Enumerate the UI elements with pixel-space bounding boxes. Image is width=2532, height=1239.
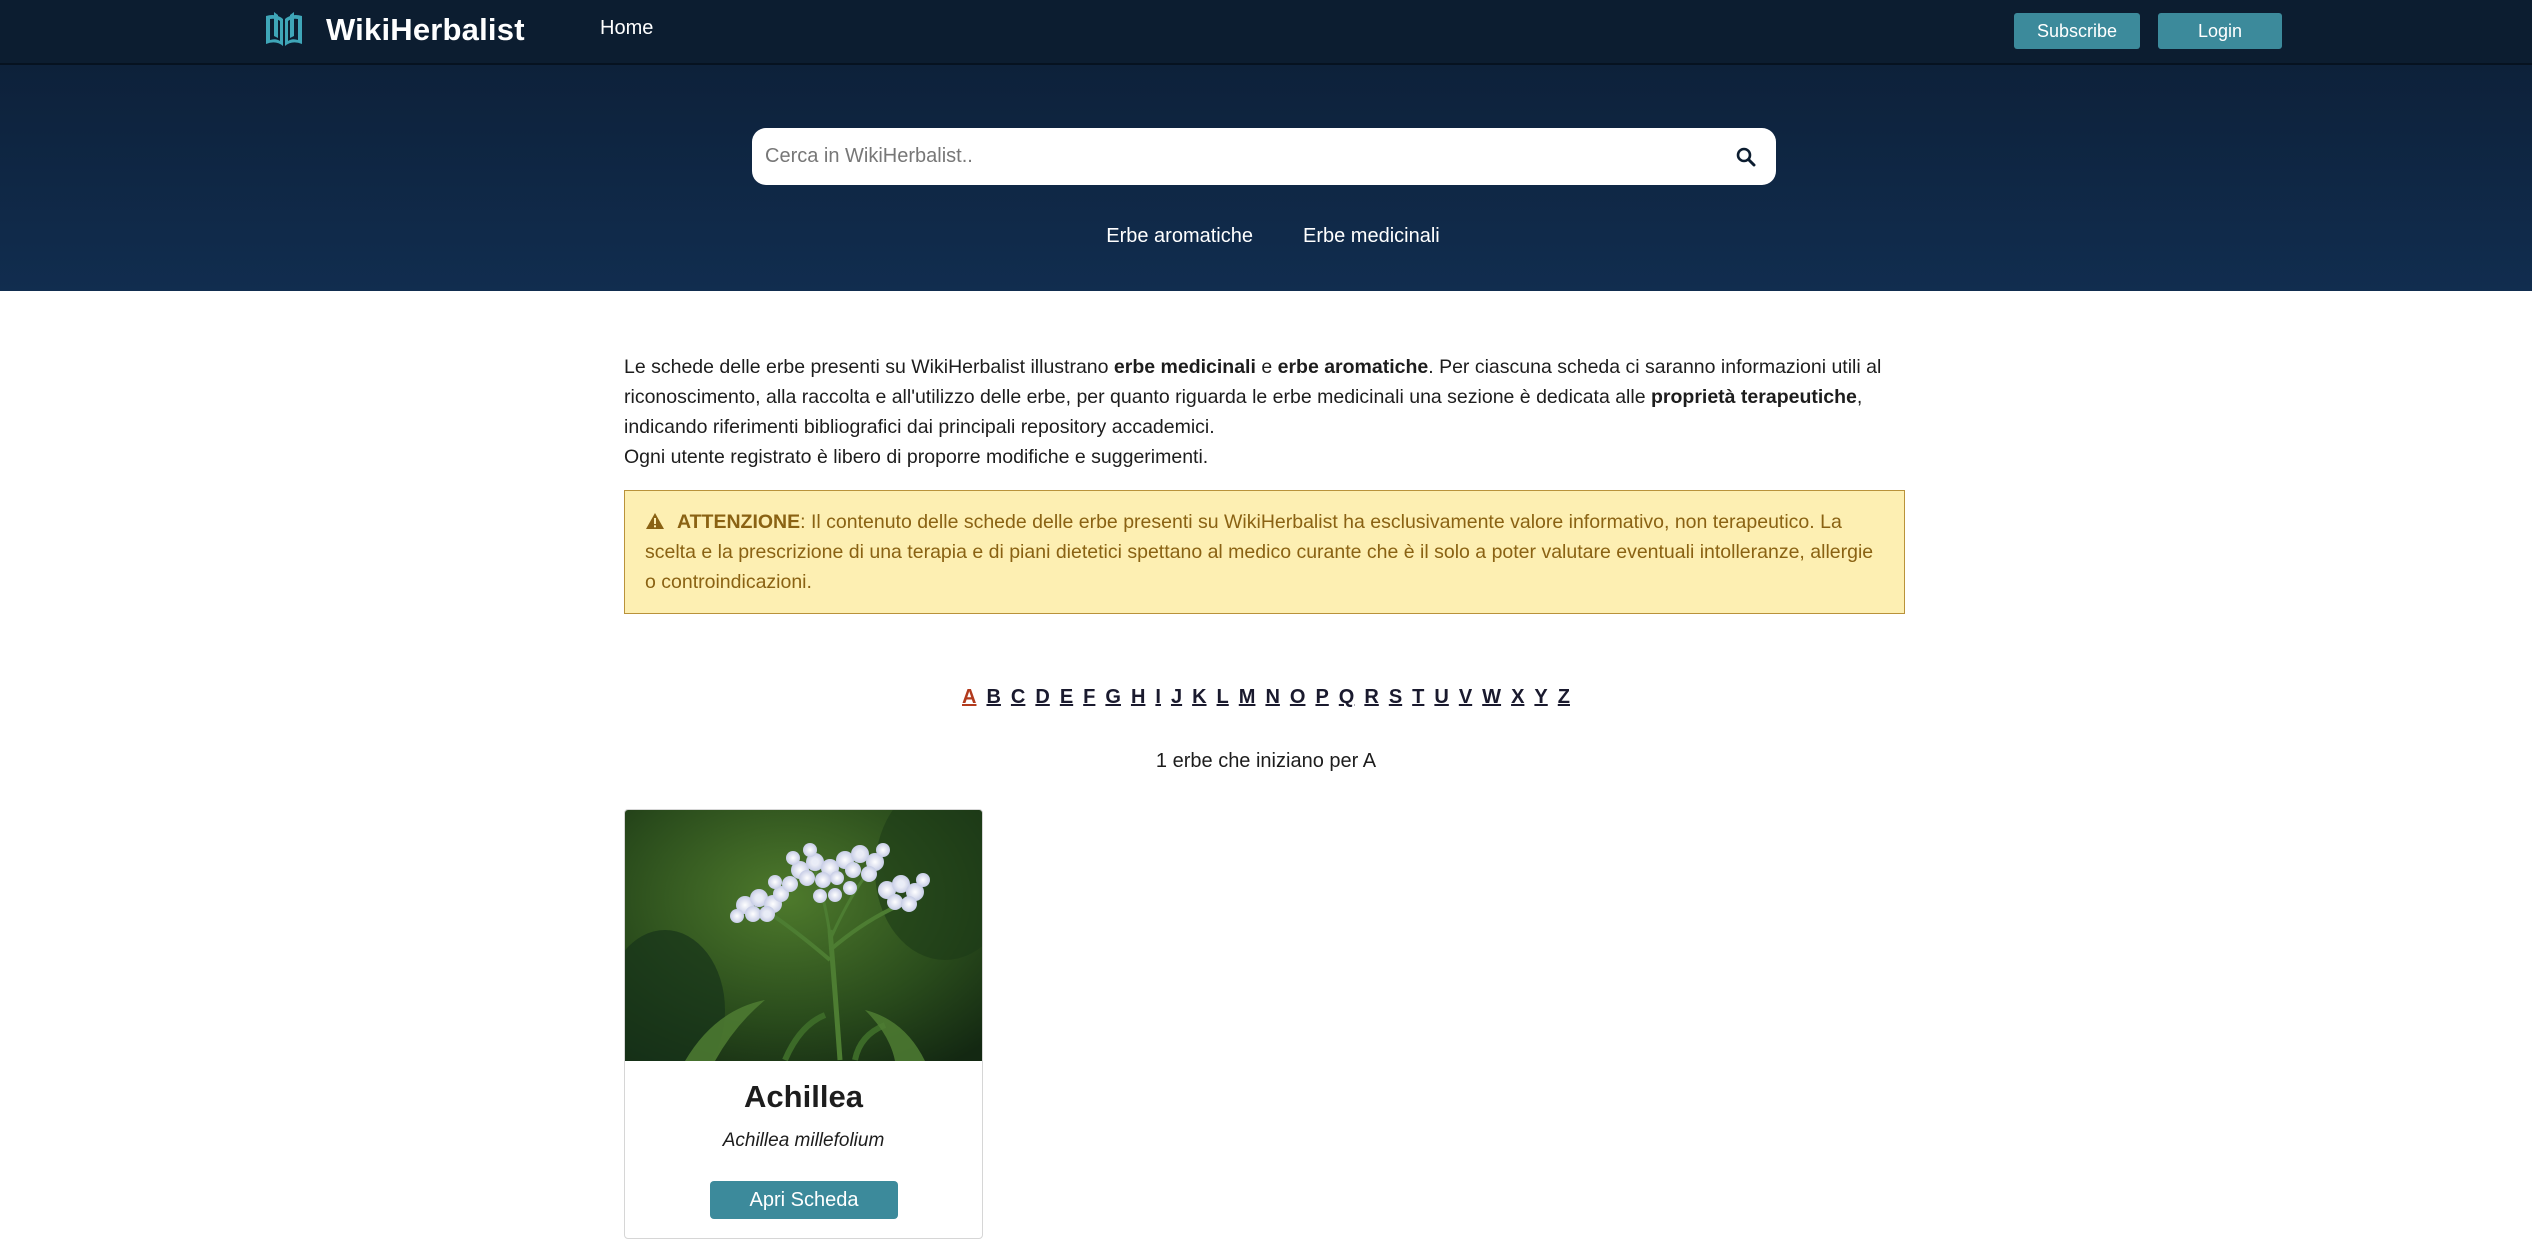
alphabet-letter-g[interactable]: G	[1105, 686, 1121, 709]
category-link-medicinali[interactable]: Erbe medicinali	[1303, 225, 1440, 248]
open-herb-button[interactable]: Apri Scheda	[710, 1181, 898, 1219]
category-links: Erbe aromatiche Erbe medicinali	[0, 225, 2532, 248]
alphabet-letter-w[interactable]: W	[1482, 686, 1501, 709]
alphabet-letter-x[interactable]: X	[1511, 686, 1524, 709]
category-link-aromatiche[interactable]: Erbe aromatiche	[1106, 225, 1253, 248]
subscribe-button[interactable]: Subscribe	[2014, 13, 2140, 49]
open-book-logo-icon	[266, 12, 302, 46]
alert-title: ATTENZIONE	[677, 511, 801, 533]
alphabet-letter-o[interactable]: O	[1290, 686, 1306, 709]
search-button[interactable]	[1716, 128, 1776, 185]
alphabet-letter-p[interactable]: P	[1315, 686, 1328, 709]
intro-text: Le schede delle erbe presenti su WikiHer…	[624, 352, 1904, 472]
herb-name: Achillea	[744, 1079, 863, 1114]
alphabet-index: ABCDEFGHIJKLMNOPQRSTUVWXYZ	[0, 686, 2532, 709]
login-button[interactable]: Login	[2158, 13, 2282, 49]
alphabet-letter-a[interactable]: A	[962, 686, 976, 709]
results-count: 1 erbe che iniziano per A	[1155, 750, 1377, 772]
alphabet-letter-v[interactable]: V	[1459, 686, 1472, 709]
search-icon	[1736, 147, 1756, 166]
brand-link[interactable]: WikiHerbalist	[262, 10, 525, 50]
alert-text: : Il contenuto delle schede delle erbe p…	[645, 511, 1874, 593]
nav-home-link[interactable]: Home	[600, 17, 653, 40]
alphabet-letter-i[interactable]: I	[1155, 686, 1161, 709]
search-hero: Erbe aromatiche Erbe medicinali	[0, 65, 2532, 291]
alphabet-letter-k[interactable]: K	[1192, 686, 1206, 709]
intro-second-line: Ogni utente registrato è libero di propo…	[624, 446, 1209, 468]
alphabet-letter-n[interactable]: N	[1265, 686, 1279, 709]
herb-latin-name: Achillea millefolium	[722, 1130, 885, 1151]
search-input[interactable]	[752, 128, 1716, 185]
alphabet-letter-h[interactable]: H	[1131, 686, 1145, 709]
alphabet-letter-e[interactable]: E	[1060, 686, 1073, 709]
warning-alert: ATTENZIONE: Il contenuto delle schede de…	[624, 490, 1905, 614]
top-navbar: WikiHerbalist Home Subscribe Login	[0, 0, 2532, 65]
brand-name: WikiHerbalist	[326, 12, 525, 47]
alphabet-letter-z[interactable]: Z	[1558, 686, 1570, 709]
intro-segment: Le schede delle erbe presenti su WikiHer…	[624, 356, 1114, 378]
alphabet-letter-c[interactable]: C	[1011, 686, 1025, 709]
main-content: Le schede delle erbe presenti su WikiHer…	[624, 352, 1905, 614]
herb-card: Achillea Achillea millefolium Apri Sched…	[624, 809, 983, 1239]
alphabet-letter-s[interactable]: S	[1389, 686, 1402, 709]
alphabet-letter-m[interactable]: M	[1239, 686, 1256, 709]
alphabet-letter-u[interactable]: U	[1434, 686, 1448, 709]
alphabet-letter-f[interactable]: F	[1083, 686, 1095, 709]
warning-icon	[646, 513, 664, 529]
search-box	[752, 128, 1776, 185]
alphabet-letter-l[interactable]: L	[1217, 686, 1229, 709]
herb-photo-achillea	[625, 810, 982, 1061]
alphabet-letter-t[interactable]: T	[1412, 686, 1424, 709]
alphabet-letter-y[interactable]: Y	[1534, 686, 1547, 709]
intro-bold-medicinali: erbe medicinali	[1113, 356, 1256, 378]
intro-bold-proprieta: proprietà terapeutiche	[1651, 386, 1857, 408]
alphabet-letter-d[interactable]: D	[1035, 686, 1049, 709]
alphabet-letter-r[interactable]: R	[1364, 686, 1378, 709]
intro-segment: e	[1255, 356, 1278, 378]
alphabet-letter-j[interactable]: J	[1171, 686, 1182, 709]
intro-bold-aromatiche: erbe aromatiche	[1277, 356, 1429, 378]
alphabet-letter-q[interactable]: Q	[1339, 686, 1355, 709]
alphabet-letter-b[interactable]: B	[986, 686, 1000, 709]
